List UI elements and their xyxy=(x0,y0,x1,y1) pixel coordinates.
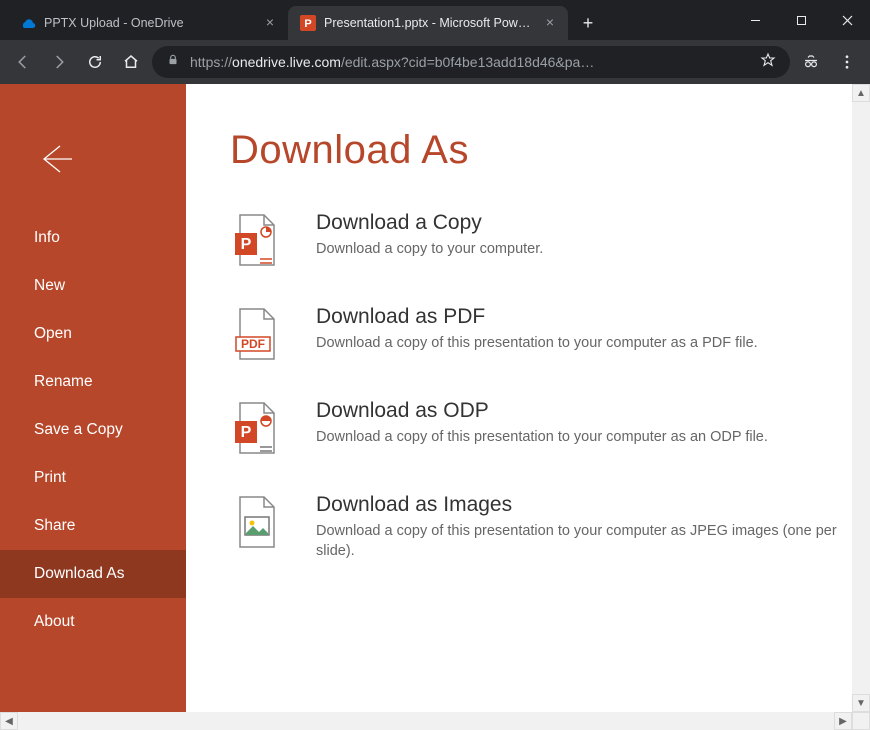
scrollbar-corner xyxy=(852,712,870,730)
sidebar-item-label: Print xyxy=(34,469,66,487)
browser-toolbar: https://onedrive.live.com/edit.aspx?cid=… xyxy=(0,40,870,84)
maximize-button[interactable] xyxy=(778,0,824,40)
incognito-icon[interactable] xyxy=(796,47,826,77)
browser-tab-onedrive[interactable]: PPTX Upload - OneDrive × xyxy=(8,6,288,40)
option-download-copy[interactable]: P Download a Copy Download a copy to you… xyxy=(230,211,842,271)
option-desc: Download a copy to your computer. xyxy=(316,239,543,259)
horizontal-scrollbar[interactable]: ◀ ▶ xyxy=(0,712,852,730)
option-title: Download as ODP xyxy=(316,399,768,423)
back-arrow-button[interactable] xyxy=(34,134,84,184)
close-icon[interactable]: × xyxy=(542,15,558,31)
tab-strip: PPTX Upload - OneDrive × P Presentation1… xyxy=(0,0,732,40)
tab-title: Presentation1.pptx - Microsoft PowerPoin… xyxy=(324,16,534,30)
sidebar-item-label: About xyxy=(34,613,75,631)
onedrive-icon xyxy=(20,15,36,31)
backstage-main: Download As P Download a Copy Download a… xyxy=(186,84,852,712)
powerpoint-file-icon: P xyxy=(230,211,282,271)
option-download-pdf[interactable]: PDF Download as PDF Download a copy of t… xyxy=(230,305,842,365)
sidebar-item-new[interactable]: New xyxy=(0,262,186,310)
address-bar[interactable]: https://onedrive.live.com/edit.aspx?cid=… xyxy=(152,46,790,78)
option-desc: Download a copy of this presentation to … xyxy=(316,521,842,562)
url-scheme: https:// xyxy=(190,54,232,70)
sidebar-item-label: Open xyxy=(34,325,72,343)
backstage-sidebar: Info New Open Rename Save a Copy Print S… xyxy=(0,84,186,712)
sidebar-item-label: Info xyxy=(34,229,60,247)
sidebar-item-label: New xyxy=(34,277,65,295)
url-host: onedrive.live.com xyxy=(232,54,341,70)
scroll-track[interactable] xyxy=(18,712,834,730)
new-tab-button[interactable]: + xyxy=(574,9,602,37)
close-button[interactable] xyxy=(824,0,870,40)
sidebar-item-print[interactable]: Print xyxy=(0,454,186,502)
sidebar-item-save-a-copy[interactable]: Save a Copy xyxy=(0,406,186,454)
kebab-menu-button[interactable] xyxy=(832,47,862,77)
star-icon[interactable] xyxy=(760,52,776,73)
nav-forward-button[interactable] xyxy=(44,47,74,77)
option-title: Download as Images xyxy=(316,493,842,517)
sidebar-item-label: Download As xyxy=(34,565,124,583)
page-title: Download As xyxy=(230,128,842,173)
svg-text:P: P xyxy=(241,424,252,441)
vertical-scrollbar[interactable]: ▲ ▼ xyxy=(852,84,870,712)
minimize-button[interactable] xyxy=(732,0,778,40)
scroll-right-icon[interactable]: ▶ xyxy=(834,712,852,730)
url-text: https://onedrive.live.com/edit.aspx?cid=… xyxy=(190,54,750,70)
sidebar-item-label: Rename xyxy=(34,373,93,391)
nav-back-button[interactable] xyxy=(8,47,38,77)
sidebar-item-share[interactable]: Share xyxy=(0,502,186,550)
scroll-track[interactable] xyxy=(852,102,870,694)
close-icon[interactable]: × xyxy=(262,15,278,31)
url-path: /edit.aspx?cid=b0f4be13add18d46&pa… xyxy=(341,54,594,70)
option-desc: Download a copy of this presentation to … xyxy=(316,427,768,447)
option-title: Download as PDF xyxy=(316,305,758,329)
svg-text:PDF: PDF xyxy=(241,337,265,351)
pdf-file-icon: PDF xyxy=(230,305,282,365)
scroll-down-icon[interactable]: ▼ xyxy=(852,694,870,712)
option-desc: Download a copy of this presentation to … xyxy=(316,333,758,353)
svg-text:P: P xyxy=(304,18,311,30)
svg-text:P: P xyxy=(241,236,252,253)
lock-icon xyxy=(166,53,180,72)
sidebar-item-rename[interactable]: Rename xyxy=(0,358,186,406)
odp-file-icon: P xyxy=(230,399,282,459)
sidebar-menu: Info New Open Rename Save a Copy Print S… xyxy=(0,214,186,646)
scroll-up-icon[interactable]: ▲ xyxy=(852,84,870,102)
sidebar-item-info[interactable]: Info xyxy=(0,214,186,262)
sidebar-item-download-as[interactable]: Download As xyxy=(0,550,186,598)
option-title: Download a Copy xyxy=(316,211,543,235)
browser-tab-powerpoint[interactable]: P Presentation1.pptx - Microsoft PowerPo… xyxy=(288,6,568,40)
sidebar-item-label: Share xyxy=(34,517,75,535)
sidebar-item-about[interactable]: About xyxy=(0,598,186,646)
option-download-images[interactable]: Download as Images Download a copy of th… xyxy=(230,493,842,562)
home-button[interactable] xyxy=(116,47,146,77)
sidebar-item-label: Save a Copy xyxy=(34,421,123,439)
window-controls xyxy=(732,0,870,40)
sidebar-item-open[interactable]: Open xyxy=(0,310,186,358)
powerpoint-icon: P xyxy=(300,15,316,31)
scroll-left-icon[interactable]: ◀ xyxy=(0,712,18,730)
option-download-odp[interactable]: P Download as ODP Download a copy of thi… xyxy=(230,399,842,459)
reload-button[interactable] xyxy=(80,47,110,77)
window-titlebar: PPTX Upload - OneDrive × P Presentation1… xyxy=(0,0,870,40)
image-file-icon xyxy=(230,493,282,553)
tab-title: PPTX Upload - OneDrive xyxy=(44,16,254,30)
page-viewport: Info New Open Rename Save a Copy Print S… xyxy=(0,84,870,730)
